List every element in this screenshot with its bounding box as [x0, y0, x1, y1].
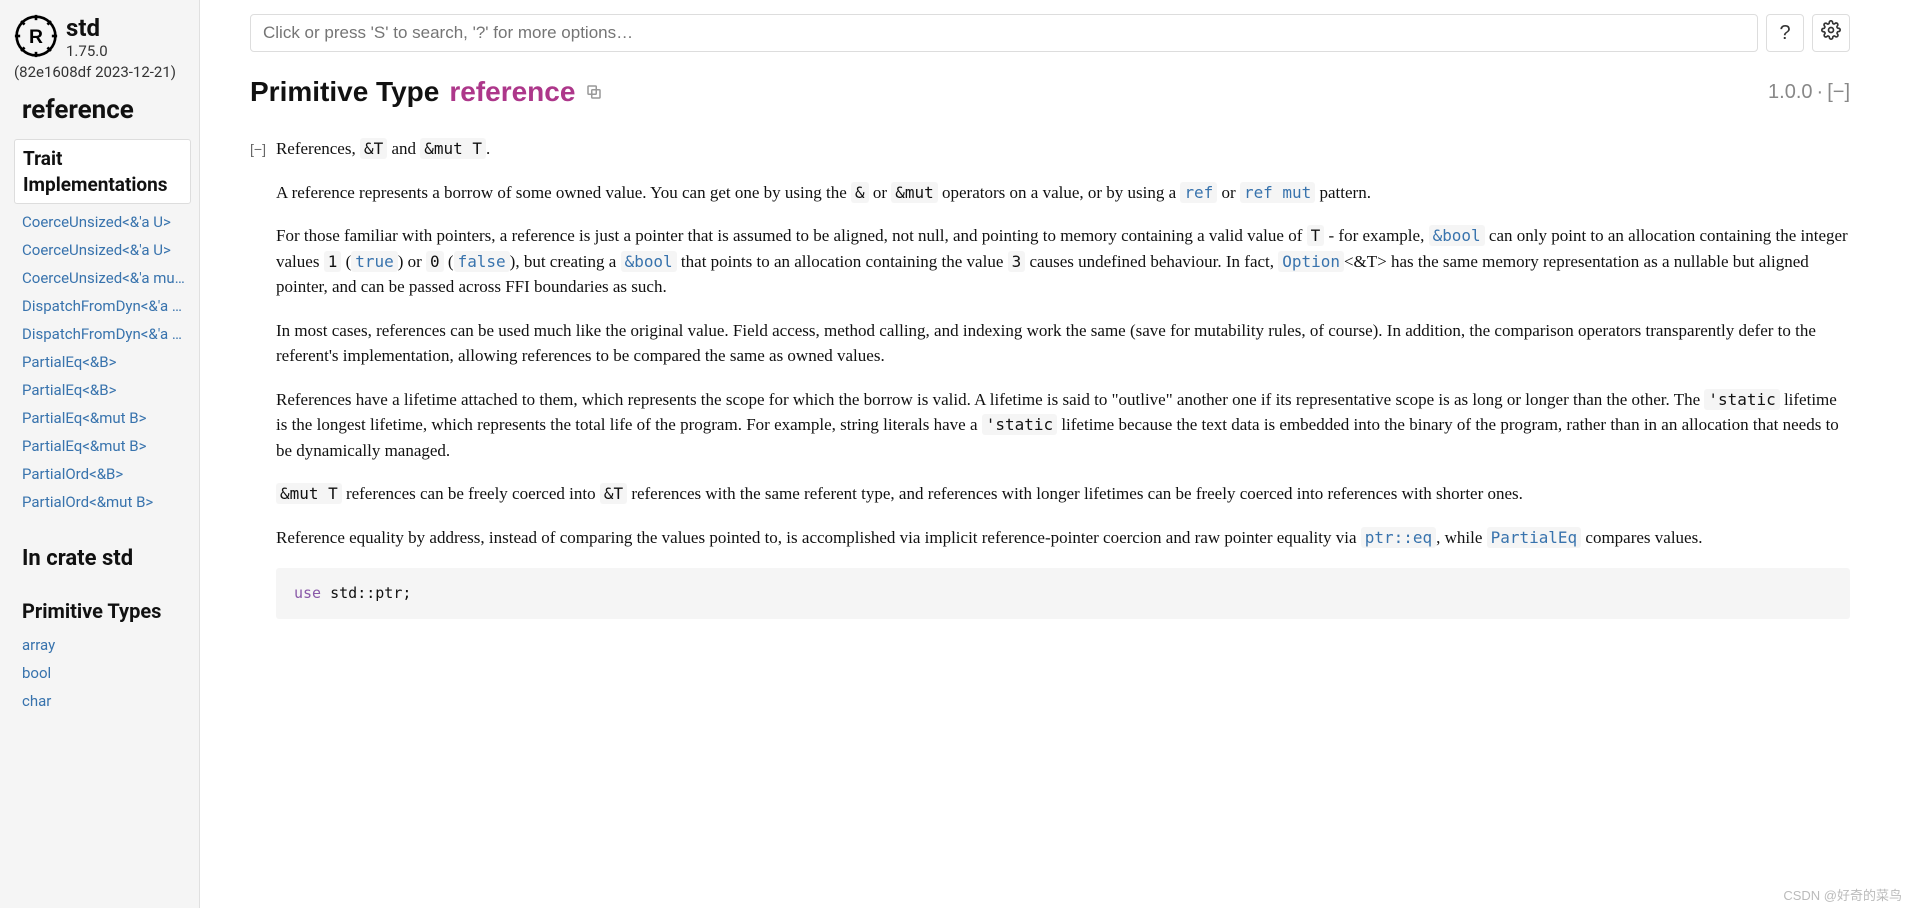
doc-paragraph: A reference represents a borrow of some … [276, 180, 1850, 206]
sidebar-prim-link[interactable]: char [0, 687, 199, 715]
page-item-heading: reference [0, 81, 199, 135]
settings-button[interactable] [1812, 14, 1850, 52]
watermark: CSDN @好奇的菜鸟 [1783, 885, 1902, 904]
sidebar-impl-link[interactable]: PartialEq<&mut B> [0, 404, 199, 432]
build-info: (82e1608df 2023-12-21) [0, 63, 199, 81]
gear-icon [1821, 20, 1841, 46]
sidebar-impl-link[interactable]: PartialEq<&mut B> [0, 432, 199, 460]
sidebar-impl-link[interactable]: CoerceUnsized<&'a mut… [0, 264, 199, 292]
page-title: Primitive Type reference [250, 76, 603, 108]
since-version: 1.0.0 [1768, 81, 1812, 104]
sidebar-section-trait-impls[interactable]: Trait Implementations [14, 139, 191, 204]
doc-paragraph: For those familiar with pointers, a refe… [276, 223, 1850, 300]
sidebar-prim-link[interactable]: bool [0, 659, 199, 687]
collapse-summary-toggle[interactable]: [−] [250, 139, 266, 160]
sidebar: R std 1.75.0 (82e1608df 2023-12-21) refe… [0, 0, 200, 908]
doc-paragraph: In most cases, references can be used mu… [276, 318, 1850, 369]
sidebar-impl-link[interactable]: CoerceUnsized<&'a U> [0, 208, 199, 236]
sidebar-impl-link[interactable]: DispatchFromDyn<&'a … [0, 320, 199, 348]
doc-paragraph: &mut T references can be freely coerced … [276, 481, 1850, 507]
summary-line: References, &T and &mut T. [276, 136, 490, 162]
item-kind: Primitive Type [250, 76, 439, 108]
rust-logo-icon: R [14, 14, 58, 58]
svg-text:R: R [29, 26, 43, 48]
in-crate-heading: In crate std [0, 516, 199, 581]
search-input[interactable] [250, 14, 1758, 52]
sidebar-impl-link[interactable]: PartialEq<&B> [0, 376, 199, 404]
sidebar-impl-link[interactable]: DispatchFromDyn<&'a U> [0, 292, 199, 320]
doc-paragraph: References have a lifetime attached to t… [276, 387, 1850, 464]
crate-name[interactable]: std [66, 14, 108, 42]
sidebar-impl-link[interactable]: PartialEq<&B> [0, 348, 199, 376]
item-name: reference [449, 76, 575, 108]
help-label: ? [1779, 22, 1790, 45]
sidebar-impl-link[interactable]: CoerceUnsized<&'a U> [0, 236, 199, 264]
sidebar-prim-link[interactable]: array [0, 631, 199, 659]
main-content: ? Primitive Type reference 1.0.0 · [−] [200, 0, 1910, 908]
collapse-all-toggle[interactable]: [−] [1827, 81, 1850, 104]
primitive-types-heading: Primitive Types [0, 581, 199, 631]
copy-path-icon[interactable] [585, 76, 603, 108]
crate-version: 1.75.0 [66, 44, 108, 59]
help-button[interactable]: ? [1766, 14, 1804, 52]
sidebar-impl-link[interactable]: PartialOrd<&B> [0, 460, 199, 488]
doc-paragraph: Reference equality by address, instead o… [276, 525, 1850, 551]
sidebar-impl-link[interactable]: PartialOrd<&mut B> [0, 488, 199, 516]
code-example: use std::ptr; [276, 568, 1850, 619]
